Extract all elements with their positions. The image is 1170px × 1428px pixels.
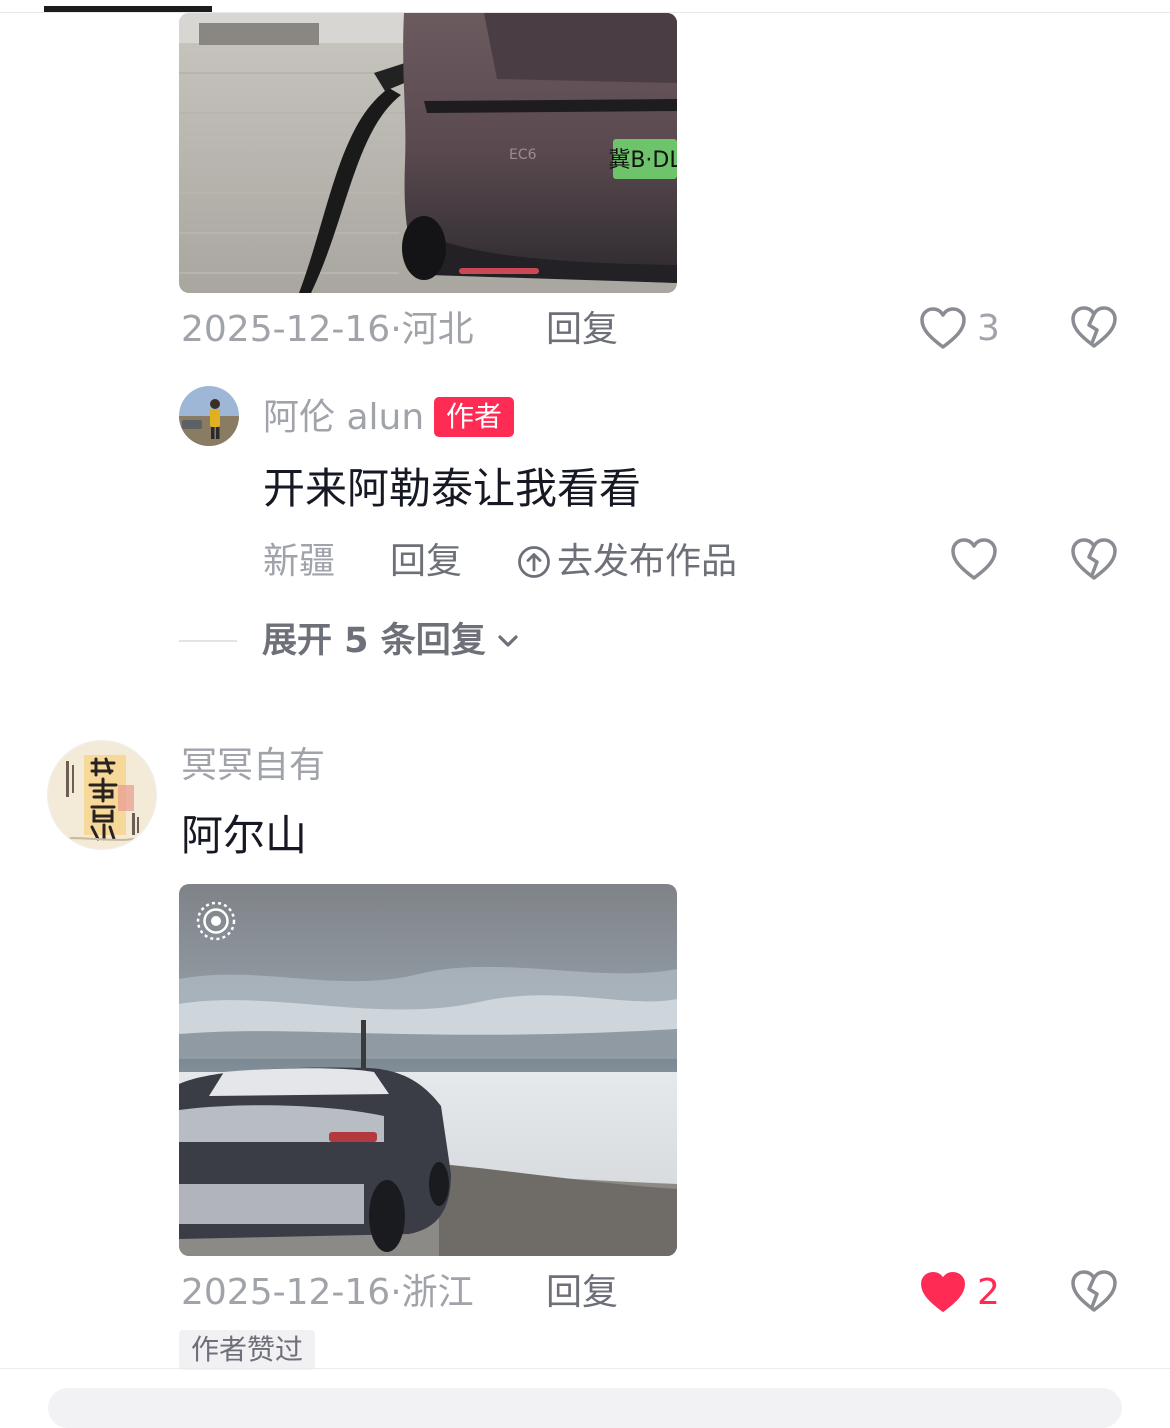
comment-1-date: 2025-12-16 [181,309,391,350]
comment-2-like-count: 2 [977,1272,1000,1313]
comment-2-text: 阿尔山 [181,811,308,860]
broken-heart-icon [1071,538,1117,580]
comment-1-reply-button[interactable]: 回复 [546,306,618,354]
comment-1-dislike-button[interactable] [1070,305,1118,351]
comment-2-meta: 2025-12-16·浙江 [181,1269,474,1317]
broken-heart-icon [1071,1270,1117,1312]
author-liked-tag: 作者赞过 [179,1330,316,1370]
plate-text: 冀B·DL [608,148,677,173]
comment-1-like-button[interactable]: 3 [919,305,1000,353]
comment-1-like-count: 3 [977,308,1000,349]
upload-icon [518,546,550,578]
expand-replies-label: 展开 5 条回复 [262,621,486,661]
heart-icon [951,538,997,580]
heart-icon [920,307,966,349]
comment-1-photo[interactable]: 冀B·DL EC6 [179,13,677,293]
comment-2-reply-button[interactable]: 回复 [546,1269,618,1317]
meta-separator: · [390,309,402,350]
comment-1-location: 河北 [401,309,474,350]
author-reply-text: 开来阿勒泰让我看看 [263,464,642,513]
author-reply-reply-button[interactable]: 回复 [390,538,462,586]
model-badge: EC6 [509,147,537,163]
expand-divider [179,640,237,642]
comment-2-photo[interactable] [179,884,677,1256]
author-reply-location: 新疆 [263,541,336,582]
publish-work-button[interactable]: 去发布作品 [517,538,737,586]
author-username[interactable]: 阿伦 alun [263,394,424,442]
author-badge: 作者 [434,397,515,437]
meta-separator: · [390,1272,402,1313]
publish-work-label: 去发布作品 [557,541,738,582]
author-avatar[interactable] [179,386,239,446]
expand-replies-button[interactable]: 展开 5 条回复 [262,617,522,665]
comment-2-date: 2025-12-16 [181,1272,391,1313]
comment-2-avatar[interactable] [47,740,157,850]
comment-2-dislike-button[interactable] [1070,1269,1118,1315]
broken-heart-icon [1071,306,1117,348]
author-reply-dislike-button[interactable] [1070,537,1118,583]
chevron-down-icon [498,635,518,647]
bottom-divider [0,1368,1170,1369]
comment-2-like-button[interactable]: 2 [919,1269,1000,1317]
comment-2-location: 浙江 [401,1272,474,1313]
author-reply-like-button[interactable] [950,537,998,583]
comment-2-username[interactable]: 冥冥自有 [181,742,325,790]
comment-input-bar[interactable] [48,1388,1122,1428]
comment-1-meta: 2025-12-16·河北 [181,306,474,354]
heart-icon [921,1272,965,1312]
